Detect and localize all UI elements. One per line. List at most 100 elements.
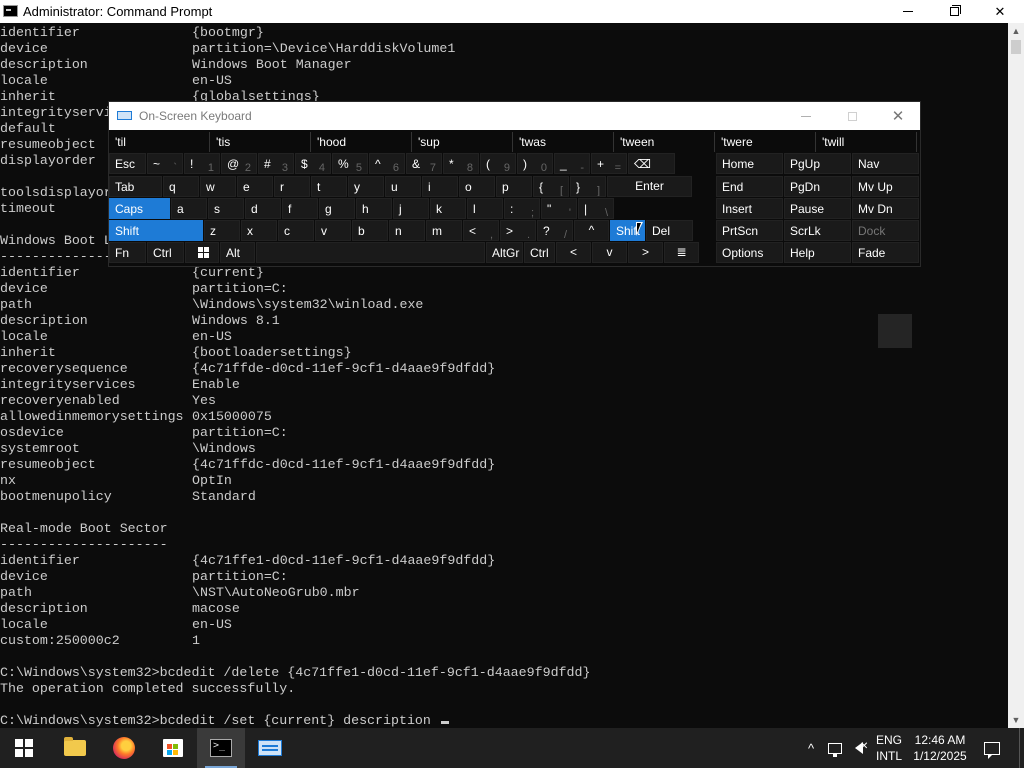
osk-key-prtscn[interactable]: PrtScn [716, 220, 783, 241]
osk-key-caps[interactable]: Caps [109, 198, 170, 219]
osk-key-space[interactable] [256, 242, 485, 263]
osk-key-enter[interactable]: Enter [607, 176, 692, 197]
osk-key-home[interactable]: Home [716, 153, 783, 174]
osk-key-dock[interactable]: Dock [852, 220, 919, 241]
osk-key-1[interactable]: ! 1 [184, 153, 220, 174]
osk-key-p[interactable]: p [496, 176, 532, 197]
osk-key-u[interactable]: u [385, 176, 421, 197]
maximize-button[interactable] [931, 0, 977, 23]
osk-key-r[interactable]: r [274, 176, 310, 197]
osk-key-9[interactable]: (9 [480, 153, 516, 174]
osk-key-scrlk[interactable]: ScrLk [784, 220, 851, 241]
osk-key-pipe[interactable]: | \ [578, 198, 614, 219]
osk-key-esc[interactable]: Esc [109, 153, 146, 174]
osk-key-ctrl[interactable]: Ctrl [147, 242, 184, 263]
osk-key-n[interactable]: n [389, 220, 425, 241]
on-screen-keyboard-window[interactable]: On-Screen Keyboard ✕ 'til'tis'hood'sup't… [108, 101, 921, 267]
taskbar-command-prompt[interactable] [197, 728, 245, 768]
osk-key-altgr[interactable]: AltGr [486, 242, 523, 263]
osk-key-g[interactable]: g [319, 198, 355, 219]
osk-key-5[interactable]: % 5 [332, 153, 368, 174]
osk-key-e[interactable]: e [237, 176, 273, 197]
osk-key-b[interactable]: b [352, 220, 388, 241]
osk-key-gt[interactable]: >. [500, 220, 536, 241]
action-center-button[interactable] [978, 728, 1006, 768]
osk-key-up[interactable]: ^ [574, 220, 609, 241]
osk-key-j[interactable]: j [393, 198, 429, 219]
osk-key-f[interactable]: f [282, 198, 318, 219]
osk-key-l[interactable]: l [467, 198, 503, 219]
osk-key-mv-dn[interactable]: Mv Dn [852, 198, 919, 219]
osk-key-tab[interactable]: Tab [109, 176, 162, 197]
osk-maximize-button[interactable] [829, 102, 875, 130]
osk-key-lt[interactable]: <, [463, 220, 499, 241]
osk-key-nav[interactable]: Nav [852, 153, 919, 174]
osk-key-plus[interactable]: + = [591, 153, 627, 174]
osk-key-right[interactable]: > [628, 242, 663, 263]
osk-key-v[interactable]: v [315, 220, 351, 241]
close-button[interactable]: ✕ [977, 0, 1023, 23]
word-prediction[interactable]: 'sup [412, 132, 513, 152]
scroll-thumb[interactable] [1011, 40, 1021, 54]
network-button[interactable] [824, 728, 846, 768]
osk-key-2[interactable]: @2 [221, 153, 257, 174]
osk-key-h[interactable]: h [356, 198, 392, 219]
osk-key-d[interactable]: d [245, 198, 281, 219]
cmd-title-bar[interactable]: Administrator: Command Prompt ✕ [0, 0, 1024, 23]
osk-key-w[interactable]: w [200, 176, 236, 197]
osk-key-insert[interactable]: Insert [716, 198, 783, 219]
start-button[interactable] [0, 728, 48, 768]
osk-key-quote[interactable]: " ' [541, 198, 577, 219]
osk-key-q[interactable]: q [163, 176, 199, 197]
osk-key-help[interactable]: Help [784, 242, 851, 263]
osk-key-left[interactable]: < [556, 242, 591, 263]
show-desktop-button[interactable] [1019, 728, 1024, 768]
osk-key-k[interactable]: k [430, 198, 466, 219]
taskbar-file-explorer[interactable] [51, 728, 99, 768]
osk-key-6[interactable]: ^ 6 [369, 153, 405, 174]
osk-key-s[interactable]: s [208, 198, 244, 219]
osk-key-8[interactable]: * 8 [443, 153, 479, 174]
osk-key-alt[interactable]: Alt [220, 242, 255, 263]
osk-key-question[interactable]: ? / [537, 220, 573, 241]
osk-key-pgdn[interactable]: PgDn [784, 176, 851, 197]
taskbar-firefox[interactable] [100, 728, 148, 768]
osk-key-menu[interactable]: ≣ [664, 242, 699, 263]
osk-key-rbrace[interactable]: }] [570, 176, 606, 197]
clock[interactable]: 12:46 AM 1/12/2025 [908, 732, 972, 764]
osk-key-minus[interactable]: _ - [554, 153, 590, 174]
vertical-scrollbar[interactable]: ▲ ▼ [1008, 23, 1024, 728]
osk-key-rctrl[interactable]: Ctrl [524, 242, 555, 263]
word-prediction[interactable]: 'tween [614, 132, 715, 152]
osk-key-winkey[interactable] [185, 242, 219, 263]
osk-key-backspace[interactable]: ⌫ [628, 153, 675, 174]
osk-title-bar[interactable]: On-Screen Keyboard ✕ [109, 102, 920, 130]
osk-minimize-button[interactable] [783, 102, 829, 130]
show-hidden-icons-button[interactable]: ^ [801, 728, 821, 768]
osk-key-t[interactable]: t [311, 176, 347, 197]
scroll-down-button[interactable]: ▼ [1008, 712, 1024, 728]
osk-key-mv-up[interactable]: Mv Up [852, 176, 919, 197]
osk-key-4[interactable]: $4 [295, 153, 331, 174]
osk-key-down[interactable]: v [592, 242, 627, 263]
osk-key-y[interactable]: y [348, 176, 384, 197]
language-indicator[interactable]: ENG INTL [876, 732, 902, 764]
osk-key-0[interactable]: ) 0 [517, 153, 553, 174]
osk-key-tilde[interactable]: ~ ` [147, 153, 183, 174]
osk-key-x[interactable]: x [241, 220, 277, 241]
word-prediction[interactable]: 'twill [816, 132, 917, 152]
osk-key-7[interactable]: & 7 [406, 153, 442, 174]
word-prediction[interactable]: 'hood [311, 132, 412, 152]
osk-key-del[interactable]: Del [646, 220, 693, 241]
scroll-up-button[interactable]: ▲ [1008, 23, 1024, 39]
osk-key-pgup[interactable]: PgUp [784, 153, 851, 174]
osk-key-z[interactable]: z [204, 220, 240, 241]
osk-key-i[interactable]: i [422, 176, 458, 197]
osk-key-lshift[interactable]: Shift [109, 220, 203, 241]
word-prediction[interactable]: 'twere [715, 132, 816, 152]
osk-key-c[interactable]: c [278, 220, 314, 241]
word-prediction[interactable]: 'til [109, 132, 210, 152]
osk-key-fade[interactable]: Fade [852, 242, 919, 263]
taskbar-store[interactable] [149, 728, 197, 768]
osk-key-3[interactable]: #3 [258, 153, 294, 174]
